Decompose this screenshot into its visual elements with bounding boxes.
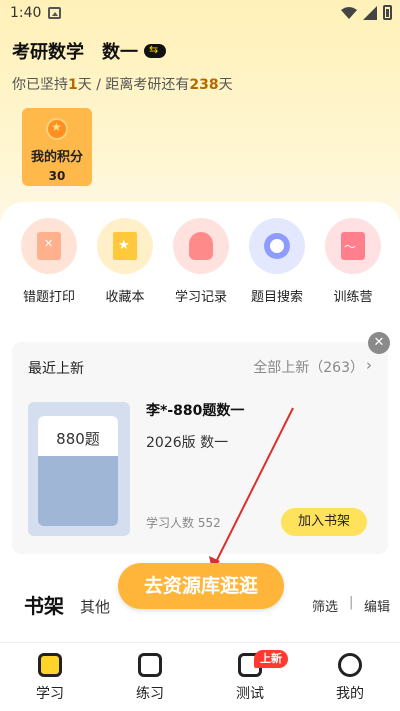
image-notification-icon xyxy=(48,7,61,19)
book-icon xyxy=(38,653,62,677)
persist-days: 1 xyxy=(68,77,78,93)
persist-prefix: 你已坚持 xyxy=(12,77,68,93)
profile-icon xyxy=(338,653,362,677)
chevron-right-icon[interactable]: › xyxy=(366,356,372,374)
filter-button[interactable]: 筛选 xyxy=(312,596,338,615)
book-cover-label-area: 880题 xyxy=(38,416,118,456)
tools-row: 错题打印 收藏本 学习记录 题目搜索 训练营 xyxy=(0,218,400,308)
persist-mid: 天 / 距离考研还有 xyxy=(77,77,190,93)
tool-wrong-question-print[interactable]: 错题打印 xyxy=(17,218,81,305)
nav-practice[interactable]: 练习 xyxy=(120,653,180,703)
tool-label: 错题打印 xyxy=(22,290,75,305)
book-cover-text: 880题 xyxy=(56,430,100,448)
subject-header: 考研数学 数一 xyxy=(12,38,166,64)
training-icon xyxy=(325,218,381,274)
recent-title: 最近上新 xyxy=(28,361,84,377)
book-cover-art: 880题 xyxy=(38,416,118,526)
status-time: 1:40 xyxy=(10,5,42,21)
nav-label: 学习 xyxy=(36,686,64,702)
tool-question-search[interactable]: 题目搜索 xyxy=(245,218,309,305)
points-card[interactable]: 我的积分 30 xyxy=(22,108,92,186)
nav-mine[interactable]: 我的 xyxy=(320,653,380,703)
bottom-nav: 学习 练习 测试 我的 xyxy=(0,642,400,711)
book-learners: 学习人数 552 xyxy=(146,516,221,530)
book-edition: 2026版 数一 xyxy=(146,435,229,451)
tool-label: 学习记录 xyxy=(174,290,227,305)
battery-icon xyxy=(383,5,392,20)
wifi-icon xyxy=(341,6,357,19)
points-value: 30 xyxy=(48,169,66,183)
persist-status: 你已坚持1天 / 距离考研还有238天 xyxy=(12,74,233,94)
all-new-link[interactable]: 全部上新（263） xyxy=(253,357,364,377)
tool-study-records[interactable]: 学习记录 xyxy=(169,218,233,305)
days-remaining: 238 xyxy=(189,77,219,93)
nav-study[interactable]: 学习 xyxy=(20,653,80,703)
nav-label: 测试 xyxy=(236,686,264,702)
status-bar: 1:40 xyxy=(0,0,400,28)
explore-library-button[interactable]: 去资源库逛逛 xyxy=(118,563,284,609)
new-badge: 上新 xyxy=(254,650,288,668)
level-selector[interactable]: 数一 xyxy=(102,38,138,64)
nav-label: 我的 xyxy=(336,686,364,702)
edit-button[interactable]: 编辑 xyxy=(364,596,390,615)
tool-training-camp[interactable]: 训练营 xyxy=(321,218,385,305)
shelf-tab-other[interactable]: 其他 xyxy=(80,596,110,617)
medal-icon xyxy=(46,118,68,140)
tool-favorites[interactable]: 收藏本 xyxy=(93,218,157,305)
divider: | xyxy=(349,595,354,610)
persist-suffix: 天 xyxy=(218,77,233,93)
points-title: 我的积分 xyxy=(30,150,83,165)
favorite-icon xyxy=(97,218,153,274)
tool-label: 训练营 xyxy=(333,290,373,305)
add-to-shelf-button[interactable]: 加入书架 xyxy=(281,508,367,536)
subject-title: 考研数学 xyxy=(12,42,84,63)
footprint-icon xyxy=(173,218,229,274)
close-icon[interactable]: ✕ xyxy=(368,332,390,354)
shelf-title: 书架 xyxy=(24,594,64,618)
book-title[interactable]: 李*-880题数一 xyxy=(146,400,244,420)
signal-icon xyxy=(363,5,377,20)
tool-label: 题目搜索 xyxy=(250,290,303,305)
book-cover[interactable]: 880题 xyxy=(28,402,130,536)
print-icon xyxy=(21,218,77,274)
tool-label: 收藏本 xyxy=(105,290,145,305)
practice-icon xyxy=(138,653,162,677)
switch-icon[interactable] xyxy=(144,43,166,58)
search-icon xyxy=(249,218,305,274)
status-icons xyxy=(341,5,392,20)
nav-label: 练习 xyxy=(136,686,164,702)
